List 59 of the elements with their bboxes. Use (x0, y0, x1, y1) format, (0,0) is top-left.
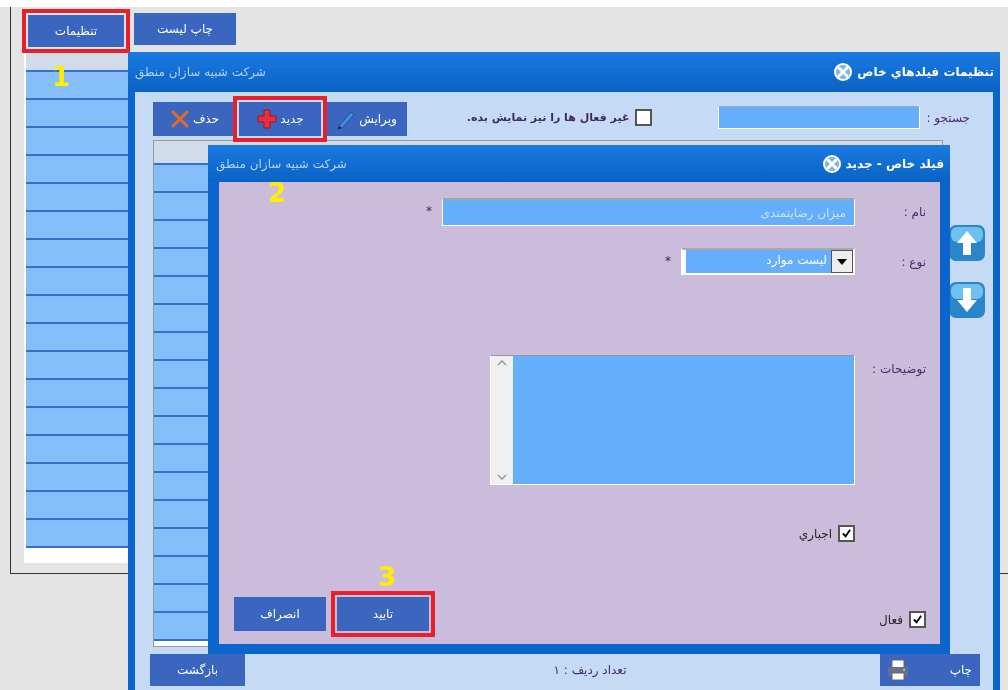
description-field[interactable] (490, 355, 855, 485)
checkbox[interactable] (838, 525, 855, 542)
checkbox-label: غیر فعال ها را نیز نمایش بده. (466, 111, 630, 124)
list-row[interactable] (26, 492, 128, 520)
checkmark-icon (912, 614, 923, 625)
list-row[interactable] (26, 100, 128, 128)
checkmark-icon (841, 528, 852, 539)
list-row[interactable] (26, 128, 128, 156)
checkbox[interactable] (635, 109, 653, 126)
required-mark: * (665, 253, 672, 268)
list-row[interactable] (26, 436, 128, 464)
company-name: شرکت شبیه سازان منطق (216, 156, 347, 171)
field-label: نوع : (900, 254, 927, 269)
list-row[interactable] (26, 352, 128, 380)
move-down-icon[interactable] (948, 281, 986, 319)
company-name: شرکت شبیه سازان منطق (135, 65, 266, 79)
printer-icon (886, 658, 910, 682)
back-button[interactable]: بازگشت (150, 654, 245, 686)
delete-button[interactable]: حذف (153, 102, 235, 136)
caret-icon (831, 250, 853, 273)
list-row[interactable] (26, 324, 128, 352)
list-row[interactable] (26, 464, 128, 492)
scrollbar[interactable] (491, 356, 513, 484)
scroll-down-icon[interactable] (497, 474, 507, 480)
checkbox-label: اجباري (798, 526, 832, 541)
edit-button[interactable]: ویرایش (325, 102, 407, 136)
list-row[interactable] (26, 212, 128, 240)
cancel-button[interactable]: انصراف (234, 597, 326, 631)
move-up-icon[interactable] (948, 224, 986, 262)
checkbox[interactable] (909, 611, 926, 628)
list-row[interactable] (26, 184, 128, 212)
print-button[interactable]: چاپ (880, 654, 980, 686)
step-number: 3 (378, 564, 397, 590)
new-button[interactable]: جدید (233, 96, 327, 142)
list-row[interactable] (26, 156, 128, 184)
window-title: تنظیمات فیلدهاي خاص (857, 65, 994, 79)
list-row[interactable] (26, 268, 128, 296)
step-number: 1 (52, 64, 71, 90)
close-icon[interactable] (833, 62, 854, 82)
list-row[interactable] (26, 520, 128, 548)
list-row[interactable] (26, 296, 128, 324)
checkbox-label: فعال (879, 612, 903, 627)
list-row[interactable] (26, 380, 128, 408)
search-label: جستجو : (926, 110, 970, 125)
field-label: نام : (902, 204, 927, 219)
plus-icon (256, 108, 279, 130)
step-number: 2 (268, 180, 287, 206)
close-icon[interactable] (821, 153, 842, 174)
confirm-button[interactable]: تایید (331, 591, 435, 637)
print-list-button[interactable]: چاپ لیست (134, 12, 236, 45)
row-count: تعداد ردیف : ۱ (553, 663, 627, 677)
search-field[interactable] (718, 106, 921, 129)
scroll-up-icon[interactable] (497, 360, 507, 366)
dialog-title: فیلد خاص - جدید (845, 156, 944, 171)
field-label: توضیحات : (871, 361, 927, 376)
settings-button[interactable]: تنظیمات (22, 8, 130, 53)
required-mark: * (426, 203, 433, 218)
list-row[interactable] (26, 408, 128, 436)
list-row[interactable] (26, 240, 128, 268)
